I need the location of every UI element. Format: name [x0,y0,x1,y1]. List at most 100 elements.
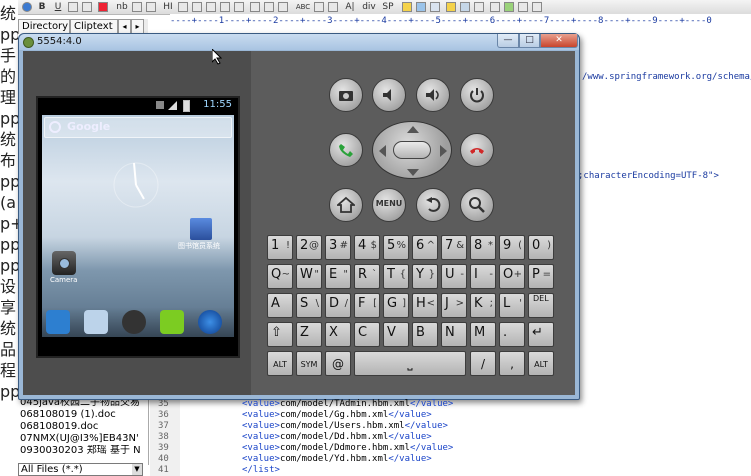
browser-globe-icon[interactable] [198,310,222,334]
color-icon[interactable] [98,2,108,12]
check-icon[interactable] [446,2,456,12]
key[interactable]: R ` [354,264,380,289]
split-icon-2[interactable] [532,2,542,12]
image-icon[interactable] [314,2,324,12]
dpad[interactable] [372,121,452,179]
key[interactable]: C [354,322,380,347]
key[interactable]: ALT [528,351,554,376]
chevron-down-icon[interactable]: ▼ [132,464,142,475]
key[interactable]: X [325,322,351,347]
back-button[interactable] [416,188,450,222]
key[interactable]: ↵ [528,322,554,347]
close-button[interactable]: ✕ [540,34,578,48]
key[interactable]: K; [470,293,496,318]
div-button[interactable]: div [360,1,378,13]
key[interactable]: 9( [499,235,525,260]
key[interactable]: T{ [383,264,409,289]
hi-button[interactable]: HI [160,1,176,13]
google-search-bar[interactable]: Google [44,117,232,138]
clock-widget[interactable] [106,155,166,215]
key[interactable]: 2 @ [296,235,322,260]
key[interactable]: / [470,351,496,376]
key[interactable]: 0) [528,235,554,260]
align-icon[interactable] [68,2,78,12]
a-button[interactable]: A| [342,1,358,13]
key[interactable]: L ' [499,293,525,318]
globe-icon[interactable] [22,2,32,12]
key[interactable]: V [383,322,409,347]
key[interactable]: F[ [354,293,380,318]
save-icon[interactable] [416,2,426,12]
home-screen[interactable]: Google 图书馆员系统 Camera [42,115,234,337]
volume-down-button[interactable] [372,78,406,112]
key[interactable]: Q ~ [267,264,293,289]
preview-icon[interactable] [430,2,440,12]
key[interactable]: Z [296,322,322,347]
key[interactable]: M [470,322,496,347]
paragraph-icon[interactable] [146,2,156,12]
call-button[interactable] [329,133,363,167]
key[interactable]: ALT [267,351,293,376]
key[interactable]: A [267,293,293,318]
abc-button[interactable]: ABC [294,1,312,13]
window-icon[interactable] [490,2,500,12]
key[interactable]: O + [499,264,525,289]
list-item[interactable]: 07NMX(UJ@I3%]EB43N' [20,433,145,445]
browser-icon[interactable] [460,2,470,12]
key[interactable]: 8 * [470,235,496,260]
phone-screen[interactable]: 11:55 Google 图书馆员系统 Camera [36,96,240,358]
power-button[interactable] [460,78,494,112]
minimize-button[interactable]: — [497,34,519,48]
messaging-icon[interactable] [160,310,184,334]
spacebar-key[interactable]: ⎵ [354,351,466,376]
key[interactable]: G] [383,293,409,318]
key[interactable]: I- [470,264,496,289]
anchor-icon[interactable] [192,2,202,12]
tab-cliptext[interactable]: Cliptext [70,19,118,34]
contacts-icon[interactable] [84,310,108,334]
form-icon[interactable] [278,2,288,12]
key[interactable]: @ [325,351,351,376]
maximize-button[interactable]: □ [519,34,540,48]
phone-icon[interactable] [46,310,70,334]
key[interactable]: . [499,322,525,347]
volume-up-button[interactable] [416,78,450,112]
tab-scroll-right[interactable]: ▸ [131,19,144,34]
menu-button[interactable]: MENU [372,188,406,222]
font-icon[interactable] [234,2,244,12]
book-app-icon[interactable] [190,218,212,240]
list-item[interactable]: 0930030203 郑瑶 基于 N [20,445,145,457]
split-icon[interactable] [518,2,528,12]
key[interactable]: W " [296,264,322,289]
key[interactable]: DEL [528,293,554,318]
bold-button[interactable]: B [36,1,48,13]
key[interactable]: ⇧ [267,322,293,347]
key[interactable]: 3 # [325,235,351,260]
key[interactable]: SYM [296,351,322,376]
grid-icon-2[interactable] [264,2,274,12]
key[interactable]: 6 ^ [412,235,438,260]
folder-icon[interactable] [402,2,412,12]
key[interactable]: N [441,322,467,347]
list-icon-2[interactable] [220,2,230,12]
tools-icon[interactable] [474,2,484,12]
key[interactable]: U- [441,264,467,289]
camera-icon[interactable] [52,251,76,275]
dpad-center-button[interactable] [393,141,431,159]
key[interactable]: J > [441,293,467,318]
key[interactable]: S \ [296,293,322,318]
home-button[interactable] [329,188,363,222]
tab-scroll-left[interactable]: ◂ [118,19,131,34]
run-icon[interactable] [504,2,514,12]
camera-button[interactable] [329,78,363,112]
list-item[interactable]: 068108019.doc [20,421,145,433]
align-center-icon[interactable] [82,2,92,12]
end-call-button[interactable] [460,133,494,167]
key[interactable]: Y} [412,264,438,289]
key[interactable]: , [499,351,525,376]
apps-grid-icon[interactable] [122,310,146,334]
media-icon[interactable] [328,2,338,12]
key[interactable]: P = [528,264,554,289]
return-icon[interactable] [132,2,142,12]
underline-button[interactable]: U [52,1,64,13]
